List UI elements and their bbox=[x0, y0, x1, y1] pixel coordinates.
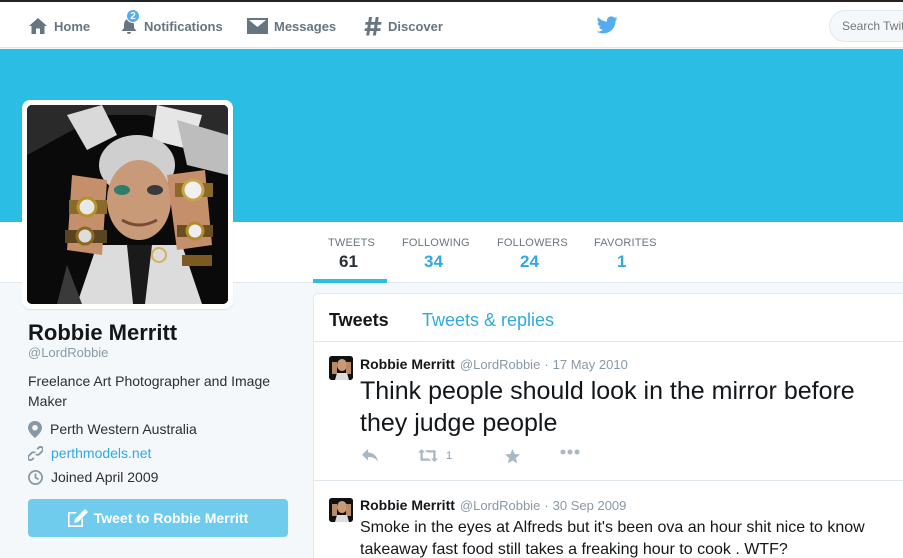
nav-notifications-label: Notifications bbox=[144, 18, 223, 34]
retweet-icon bbox=[418, 449, 438, 462]
profile-joined-text: Joined April 2009 bbox=[51, 469, 159, 485]
home-icon bbox=[29, 18, 47, 34]
stat-favorites-value: 1 bbox=[617, 252, 627, 271]
twitter-bird-icon bbox=[596, 16, 618, 34]
profile-location-text: Perth Western Australia bbox=[50, 421, 197, 437]
reply-icon bbox=[362, 449, 378, 462]
tweet-item[interactable]: Robbie Merritt @LordRobbie · 17 May 2010… bbox=[314, 343, 903, 481]
timeline-tabs: Tweets Tweets & replies bbox=[314, 294, 903, 342]
nav-home[interactable]: Home bbox=[28, 13, 90, 39]
tweet-avatar[interactable] bbox=[329, 498, 353, 522]
stat-followers-label: FOLLOWERS bbox=[497, 237, 568, 249]
profile-url-text[interactable]: perthmodels.net bbox=[51, 445, 151, 461]
tweet-avatar-image bbox=[329, 356, 353, 380]
active-stat-indicator bbox=[313, 279, 387, 283]
tab-tweets[interactable]: Tweets bbox=[329, 310, 389, 331]
stat-favorites-label: FAVORITES bbox=[594, 237, 657, 249]
profile-handle[interactable]: @LordRobbie bbox=[28, 345, 108, 360]
nav-discover-label: Discover bbox=[388, 18, 443, 34]
tweet-to-label: Tweet to Robbie Merritt bbox=[93, 510, 249, 526]
tweet-header: Robbie Merritt @LordRobbie · 17 May 2010 bbox=[360, 356, 628, 372]
profile-name[interactable]: Robbie Merritt bbox=[28, 320, 177, 346]
stat-following-label: FOLLOWING bbox=[402, 237, 470, 249]
profile-location: Perth Western Australia bbox=[28, 419, 197, 439]
stat-tweets-value: 61 bbox=[339, 252, 358, 271]
tweet-author-name[interactable]: Robbie Merritt bbox=[360, 497, 455, 513]
tweet-date[interactable]: 30 Sep 2009 bbox=[553, 498, 627, 513]
timeline: Tweets Tweets & replies Robbie Merritt @… bbox=[313, 293, 903, 558]
avatar-image bbox=[27, 105, 228, 304]
reply-button[interactable] bbox=[362, 449, 378, 462]
stat-following[interactable]: FOLLOWING 34 bbox=[402, 237, 470, 272]
retweet-button[interactable]: 1 bbox=[418, 449, 452, 462]
tweet-avatar[interactable] bbox=[329, 356, 353, 380]
stat-tweets[interactable]: TWEETS 61 bbox=[328, 237, 375, 272]
search-input[interactable] bbox=[829, 10, 903, 42]
notifications-badge: 2 bbox=[126, 9, 140, 23]
nav-home-label: Home bbox=[54, 18, 91, 34]
tweet-author-name[interactable]: Robbie Merritt bbox=[360, 356, 455, 372]
twitter-logo[interactable] bbox=[596, 16, 618, 39]
stat-favorites[interactable]: FAVORITES 1 bbox=[594, 237, 657, 272]
favorite-button[interactable] bbox=[505, 449, 520, 464]
compose-icon bbox=[67, 509, 88, 527]
stat-tweets-label: TWEETS bbox=[328, 237, 376, 249]
tweet-header: Robbie Merritt @LordRobbie · 30 Sep 2009 bbox=[360, 497, 626, 513]
favorite-star-icon bbox=[505, 449, 520, 464]
stat-followers-value: 24 bbox=[520, 252, 539, 271]
profile-avatar[interactable] bbox=[22, 100, 233, 309]
link-icon bbox=[28, 445, 43, 461]
tweet-author-handle[interactable]: @LordRobbie bbox=[460, 357, 540, 372]
tweet-to-button[interactable]: Tweet to Robbie Merritt bbox=[28, 499, 288, 537]
tweet-text: Smoke in the eyes at Alfreds but it's be… bbox=[360, 519, 865, 558]
tweet-author-handle[interactable]: @LordRobbie bbox=[460, 498, 540, 513]
nav-discover[interactable]: Discover bbox=[364, 13, 443, 39]
tweet-item[interactable]: Robbie Merritt @LordRobbie · 30 Sep 2009… bbox=[314, 481, 903, 558]
separator-dot: · bbox=[544, 498, 549, 513]
more-dots-icon bbox=[560, 449, 580, 455]
clock-icon bbox=[28, 469, 43, 485]
tweet-text: Think people should look in the mirror b… bbox=[360, 377, 855, 437]
profile-joined: Joined April 2009 bbox=[28, 467, 158, 487]
profile-url[interactable]: perthmodels.net bbox=[28, 443, 151, 463]
stat-followers[interactable]: FOLLOWERS 24 bbox=[497, 237, 568, 272]
hashtag-icon bbox=[364, 17, 382, 36]
nav-messages[interactable]: Messages bbox=[247, 13, 336, 39]
location-pin-icon bbox=[28, 420, 42, 438]
profile-bio: Freelance Art Photographer and Image Mak… bbox=[28, 373, 271, 409]
tweet-date[interactable]: 17 May 2010 bbox=[553, 357, 628, 372]
avatar-photo-illustration bbox=[27, 105, 228, 304]
nav-messages-label: Messages bbox=[274, 18, 337, 34]
tab-tweets-and-replies[interactable]: Tweets & replies bbox=[422, 310, 554, 331]
retweet-count: 1 bbox=[446, 449, 453, 462]
stat-following-value: 34 bbox=[424, 252, 443, 271]
top-navigation-bar: Home 2 Notifications Messages Discover bbox=[0, 0, 903, 48]
top-border bbox=[0, 0, 903, 2]
tweet-avatar-image bbox=[329, 498, 353, 522]
nav-notifications[interactable]: 2 Notifications bbox=[120, 9, 223, 39]
envelope-icon bbox=[247, 18, 268, 34]
more-button[interactable] bbox=[560, 449, 580, 455]
separator-dot: · bbox=[544, 357, 549, 372]
